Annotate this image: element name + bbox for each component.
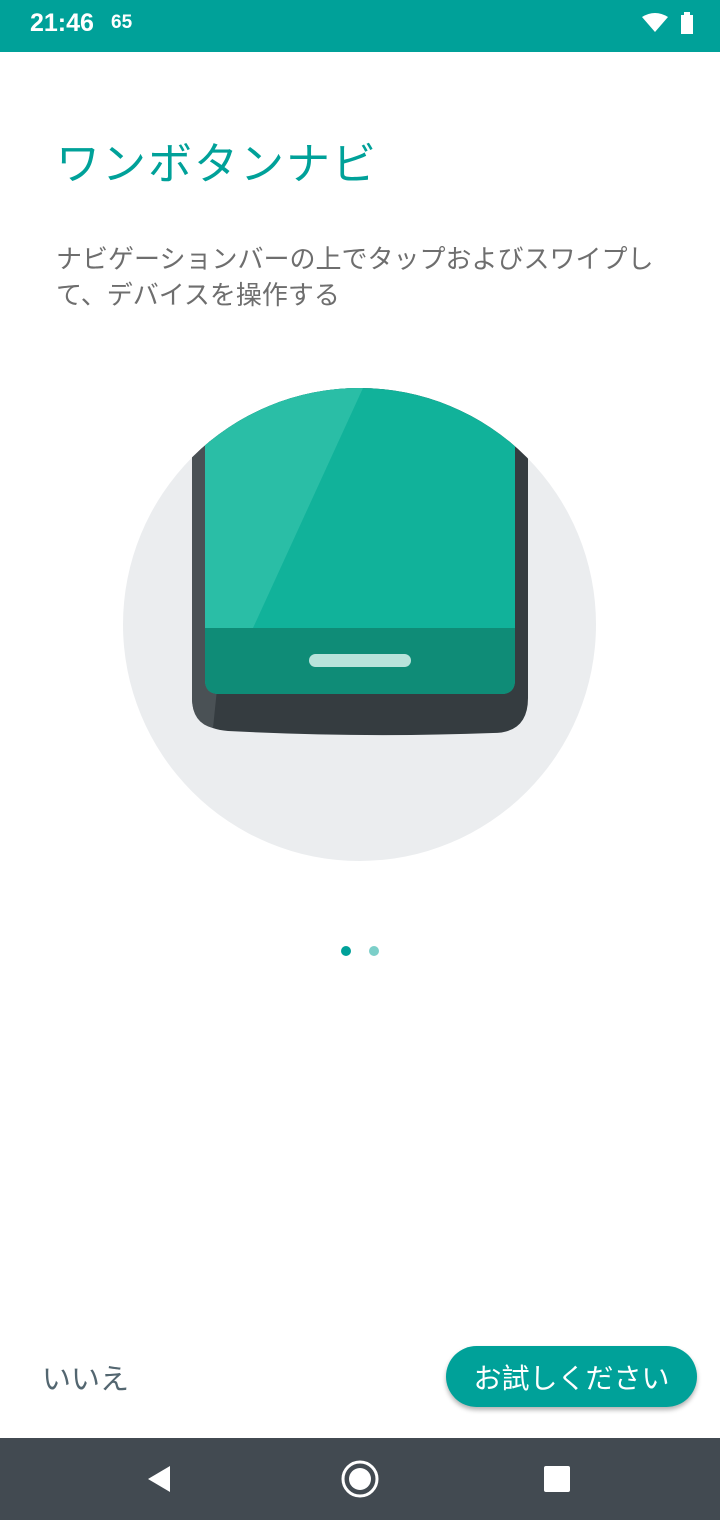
battery-icon: [681, 12, 693, 34]
home-circle-icon: [341, 1460, 379, 1498]
phone-illustration: [123, 388, 596, 861]
page-dot-1: [341, 946, 351, 956]
recents-button[interactable]: [534, 1456, 580, 1502]
page-indicator: [341, 946, 379, 956]
status-bar: 21:46 65: [0, 0, 720, 52]
home-button[interactable]: [337, 1456, 383, 1502]
system-nav-bar: [0, 1438, 720, 1520]
nav-pill: [309, 654, 411, 667]
try-button[interactable]: お試しください: [446, 1346, 697, 1407]
no-button[interactable]: いいえ: [42, 1356, 129, 1398]
status-time: 21:46: [30, 9, 94, 37]
page-title: ワンボタンナビ: [56, 139, 378, 190]
recents-square-icon: [544, 1466, 570, 1492]
status-icons: [642, 12, 694, 34]
page-dot-2: [369, 946, 379, 956]
back-button[interactable]: [136, 1456, 182, 1502]
back-triangle-icon: [148, 1466, 170, 1492]
wifi-icon: [642, 13, 668, 32]
notification-count: 65: [111, 12, 133, 33]
page-description: ナビゲーションバーの上でタップおよびスワイプして、デバイスを操作する: [56, 245, 654, 311]
